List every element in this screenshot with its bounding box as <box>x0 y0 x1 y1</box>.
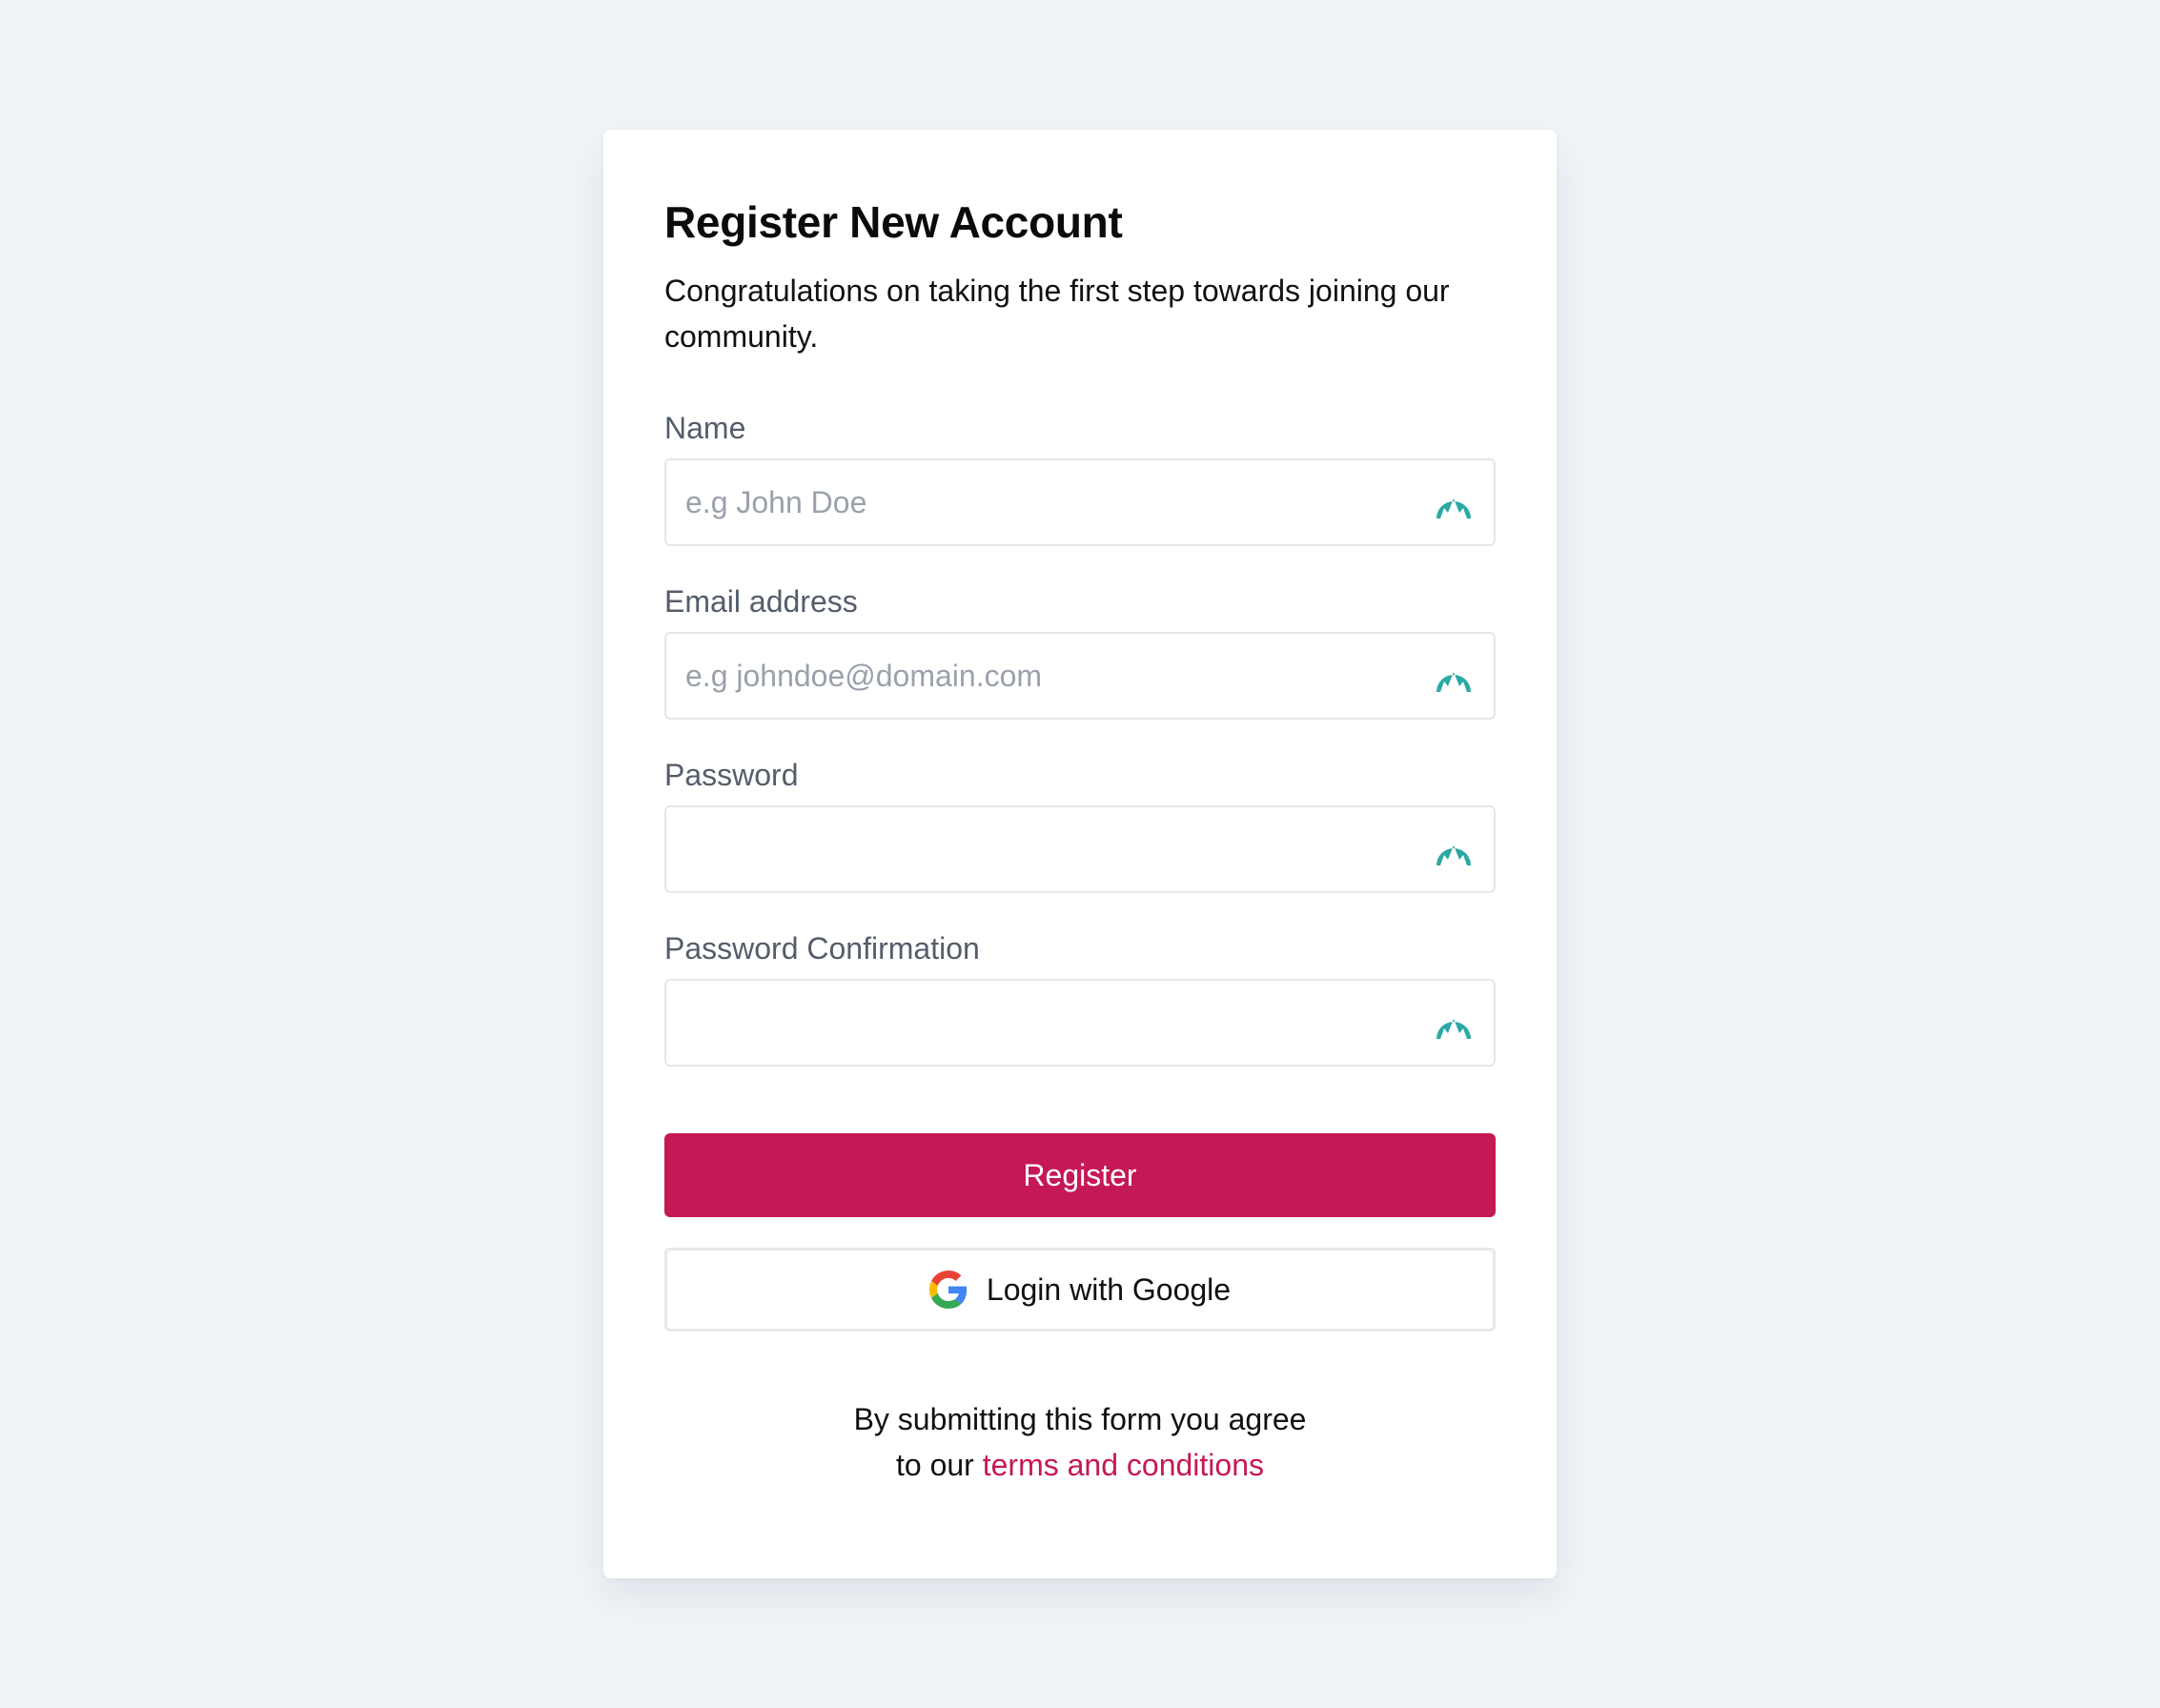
email-input[interactable] <box>666 634 1494 719</box>
terms-notice-line1: By submitting this form you agree <box>853 1402 1307 1437</box>
password-input[interactable] <box>666 807 1494 892</box>
password-confirmation-field-group: Password Confirmation <box>664 929 1496 1068</box>
page-subtitle: Congratulations on taking the first step… <box>664 274 1450 355</box>
register-button[interactable]: Register <box>664 1133 1496 1218</box>
password-label: Password <box>664 758 799 793</box>
password-input-wrapper <box>664 805 1496 894</box>
page-title: Register New Account <box>664 197 1123 247</box>
password-confirmation-input[interactable] <box>666 981 1494 1066</box>
email-label: Email address <box>664 584 858 620</box>
name-input[interactable] <box>666 460 1494 545</box>
google-icon <box>928 1271 968 1310</box>
name-field-group: Name <box>664 409 1496 547</box>
terms-notice: By submitting this form you agree to our… <box>664 1396 1496 1488</box>
lastpass-autofill-icon[interactable] <box>1435 487 1473 519</box>
lastpass-autofill-icon[interactable] <box>1435 661 1473 693</box>
terms-notice-prefix: to our <box>896 1448 974 1483</box>
email-field-group: Email address <box>664 582 1496 721</box>
email-input-wrapper <box>664 632 1496 721</box>
terms-and-conditions-link[interactable]: terms and conditions <box>983 1448 1264 1482</box>
password-field-group: Password <box>664 756 1496 894</box>
password-confirmation-label: Password Confirmation <box>664 931 980 966</box>
name-label: Name <box>664 411 746 446</box>
lastpass-autofill-icon[interactable] <box>1435 834 1473 866</box>
register-form: Register New Account Congratulations on … <box>664 196 1496 1488</box>
register-card: Register New Account Congratulations on … <box>603 130 1557 1578</box>
password-confirmation-input-wrapper <box>664 979 1496 1068</box>
login-with-google-button[interactable]: Login with Google <box>664 1248 1496 1332</box>
terms-notice-line2: to our terms and conditions <box>664 1442 1496 1488</box>
google-button-label: Login with Google <box>986 1271 1232 1307</box>
name-input-wrapper <box>664 458 1496 547</box>
lastpass-autofill-icon[interactable] <box>1435 1007 1473 1040</box>
